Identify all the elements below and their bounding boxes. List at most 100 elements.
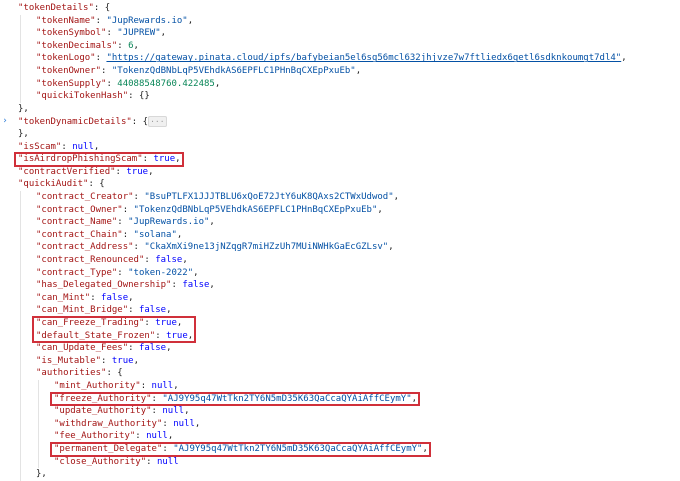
code-line: "tokenName": "JupRewards.io", — [0, 15, 680, 28]
json-code-viewer: "tokenDetails": {"tokenName": "JupReward… — [0, 0, 680, 481]
code-line: "contract_Renounced": false, — [0, 254, 680, 267]
json-literal-value: true — [166, 330, 188, 341]
json-literal-value: null — [151, 381, 174, 391]
code-text: "default_State_Frozen": true, — [36, 330, 193, 343]
json-punctuation: : { — [131, 117, 149, 128]
json-punctuation: }, — [18, 103, 29, 114]
json-punctuation: , — [411, 393, 418, 404]
code-line: "isAirdropPhishingScam": true, — [0, 153, 680, 166]
json-literal-value: null — [72, 141, 94, 152]
indent-guide — [38, 417, 39, 431]
indent-guide — [20, 304, 21, 317]
json-punctuation: , — [209, 280, 215, 291]
code-text: }, — [18, 128, 29, 141]
json-key: "can_Mint" — [36, 292, 91, 303]
json-key: "withdraw_Authority" — [54, 418, 163, 429]
json-literal-value: null — [162, 406, 185, 417]
json-punctuation: : — [115, 166, 127, 177]
code-line: "contract_Address": "CkaXmXi9ne13jNZqgR7… — [0, 241, 680, 254]
code-line: "tokenSymbol": "JUPREW", — [0, 27, 680, 40]
code-text: "tokenLogo": "https://gateway.pinata.clo… — [36, 52, 627, 65]
json-key: "has_Delegated_Ownership" — [36, 280, 172, 291]
json-key: "update_Authority" — [54, 406, 152, 417]
json-punctuation: : — [144, 255, 156, 265]
json-punctuation: , — [193, 267, 199, 278]
code-line: "can_Freeze_Trading": true, — [0, 317, 680, 330]
json-key: "can_Update_Fees" — [36, 343, 129, 354]
indent-guide — [20, 254, 21, 267]
json-punctuation: : — [146, 456, 157, 467]
json-literal-value: true — [155, 318, 177, 328]
json-literal-value: null — [173, 418, 195, 429]
code-line: "tokenDetails": { — [0, 2, 680, 15]
json-punctuation: : { — [88, 179, 105, 190]
code-text: "contractVerified": true, — [18, 166, 154, 179]
json-punctuation: , — [175, 154, 181, 165]
json-punctuation: , — [388, 242, 394, 253]
json-string-value: "JupRewards.io" — [128, 217, 210, 228]
json-punctuation: , — [187, 330, 194, 341]
json-key: "is_Mutable" — [36, 355, 102, 366]
indent-guide — [38, 405, 39, 418]
json-key: "contract_Creator" — [36, 192, 134, 202]
json-key: "contract_Renounced" — [36, 255, 145, 265]
code-line: "contractVerified": true, — [0, 166, 680, 179]
code-text: "isScam": null, — [18, 141, 99, 154]
code-line: "is_Mutable": true, — [0, 355, 680, 368]
indent-guide — [38, 443, 39, 456]
code-text: "authorities": { — [36, 367, 123, 380]
json-key: "mint_Authority" — [54, 381, 141, 391]
code-line: "fee_Authority": null, — [0, 430, 680, 443]
code-text: "permanent_Delegate": "AJ9Y95q47WtTkn2TY… — [54, 443, 428, 456]
json-punctuation: : — [117, 40, 129, 51]
chevron-right-icon[interactable]: › — [0, 115, 10, 128]
json-string-value: "solana" — [133, 229, 177, 240]
code-line: "contract_Creator": "BsuPTLFX1JJJTBLU6xQ… — [0, 191, 680, 204]
json-punctuation: , — [176, 229, 183, 240]
json-punctuation: : — [122, 229, 134, 240]
code-text: "withdraw_Authority": null, — [54, 418, 200, 431]
json-punctuation: , — [422, 444, 428, 454]
code-text: }, — [36, 468, 47, 481]
indent-guide — [20, 266, 21, 280]
code-text: "can_Freeze_Trading": true, — [36, 317, 182, 330]
json-punctuation: , — [194, 418, 201, 429]
code-line: "has_Delegated_Ownership": false, — [0, 279, 680, 292]
code-text: "can_Mint_Bridge": false, — [36, 304, 171, 317]
json-string-value: "AJ9Y95q47WtTkn2TY6N5mD35K63QaCcaQYAiAff… — [162, 393, 412, 404]
json-punctuation: , — [176, 318, 183, 328]
json-punctuation: : — [151, 393, 163, 404]
indent-guide — [38, 455, 39, 469]
code-text: "tokenOwner": "TokenzQdBNbLqP5VEhdkAS6EP… — [36, 65, 361, 78]
indent-guide — [20, 228, 21, 242]
json-punctuation: , — [209, 217, 215, 228]
code-line: "quickiTokenHash": {} — [0, 90, 680, 103]
json-punctuation: , — [182, 255, 188, 265]
json-punctuation: : — [106, 28, 118, 39]
code-line: "tokenDecimals": 6, — [0, 40, 680, 53]
indent-guide — [20, 455, 21, 469]
json-key: "isScam" — [18, 141, 62, 152]
indent-guide — [38, 380, 39, 393]
indent-guide — [20, 329, 21, 343]
code-line: "close_Authority": null — [0, 456, 680, 469]
json-punctuation: : — [162, 418, 174, 429]
json-punctuation: , — [166, 343, 172, 354]
json-literal-value: null — [146, 431, 168, 442]
json-key: "tokenName" — [36, 15, 96, 26]
code-text: "freeze_Authority": "AJ9Y95q47WtTkn2TY6N… — [54, 393, 417, 406]
json-punctuation: , — [133, 40, 139, 51]
json-key: "tokenDynamicDetails" — [18, 117, 132, 128]
folded-content-placeholder[interactable]: ··· — [148, 116, 167, 128]
json-key: "contract_Type" — [36, 267, 118, 278]
indent-guide — [20, 380, 21, 393]
code-line: "withdraw_Authority": null, — [0, 418, 680, 431]
json-key: "tokenLogo" — [36, 53, 96, 64]
json-key: "tokenDecimals" — [36, 40, 118, 51]
json-literal-value: null — [156, 456, 179, 467]
indent-guide — [20, 39, 21, 53]
json-url-value[interactable]: "https://gateway.pinata.cloud/ipfs/bafyb… — [106, 53, 621, 63]
json-string-value: "TokenzQdBNbLqP5VEhdkAS6EPFLC1PHnBqCXEpP… — [133, 204, 378, 215]
json-punctuation: , — [173, 381, 179, 391]
json-punctuation: }, — [18, 129, 29, 139]
